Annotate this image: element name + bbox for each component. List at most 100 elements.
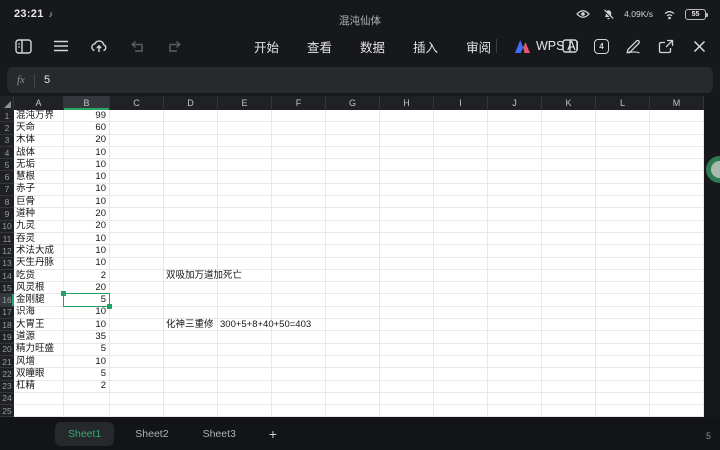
cell-K5[interactable] bbox=[542, 159, 596, 172]
col-header-B[interactable]: B bbox=[64, 96, 110, 110]
cell-J11[interactable] bbox=[488, 232, 542, 246]
cell-B11[interactable]: 10 bbox=[64, 233, 110, 246]
cell-C14[interactable] bbox=[110, 269, 164, 283]
cell-D8[interactable] bbox=[164, 196, 218, 209]
cell-B17[interactable]: 10 bbox=[64, 306, 110, 320]
cell-M9[interactable] bbox=[650, 208, 704, 221]
row-header-11[interactable]: 11 bbox=[0, 232, 14, 246]
split-view-icon[interactable] bbox=[561, 37, 579, 55]
cell-L8[interactable] bbox=[596, 196, 650, 209]
cell-A8[interactable]: 巨骨 bbox=[14, 196, 64, 209]
cell-L7[interactable] bbox=[596, 183, 650, 197]
cell-A5[interactable]: 无垢 bbox=[14, 159, 64, 172]
cell-M22[interactable] bbox=[650, 368, 704, 381]
redo-icon[interactable] bbox=[166, 37, 184, 55]
cell-C18[interactable] bbox=[110, 319, 164, 332]
cell-L3[interactable] bbox=[596, 134, 650, 147]
cell-C9[interactable] bbox=[110, 208, 164, 221]
cloud-upload-icon[interactable] bbox=[90, 37, 108, 55]
cell-F25[interactable] bbox=[272, 405, 326, 418]
cell-E8[interactable] bbox=[218, 196, 272, 209]
cell-G1[interactable] bbox=[326, 110, 380, 123]
cell-C6[interactable] bbox=[110, 171, 164, 184]
cell-E16[interactable] bbox=[218, 294, 272, 307]
cell-M1[interactable] bbox=[650, 110, 704, 123]
cell-L15[interactable] bbox=[596, 282, 650, 295]
cell-H18[interactable] bbox=[380, 319, 434, 332]
cell-E9[interactable] bbox=[218, 208, 272, 221]
cell-E5[interactable] bbox=[218, 159, 272, 172]
cell-M23[interactable] bbox=[650, 380, 704, 393]
cell-I7[interactable] bbox=[434, 183, 488, 197]
cell-M8[interactable] bbox=[650, 196, 704, 209]
cell-B18[interactable]: 10 bbox=[64, 319, 110, 332]
cell-C16[interactable] bbox=[110, 294, 164, 307]
cell-I25[interactable] bbox=[434, 405, 488, 418]
row-header-15[interactable]: 15 bbox=[0, 282, 14, 295]
cell-I14[interactable] bbox=[434, 269, 488, 283]
cell-I3[interactable] bbox=[434, 134, 488, 147]
cell-J7[interactable] bbox=[488, 183, 542, 197]
cell-J1[interactable] bbox=[488, 110, 542, 123]
cell-L19[interactable] bbox=[596, 331, 650, 344]
cell-L13[interactable] bbox=[596, 257, 650, 270]
cell-A2[interactable]: 天命 bbox=[14, 122, 64, 135]
cell-L20[interactable] bbox=[596, 343, 650, 356]
cell-G24[interactable] bbox=[326, 392, 380, 406]
cell-J21[interactable] bbox=[488, 355, 542, 369]
row-header-18[interactable]: 18 bbox=[0, 319, 14, 332]
cell-H22[interactable] bbox=[380, 368, 434, 381]
cell-K20[interactable] bbox=[542, 343, 596, 356]
cell-D20[interactable] bbox=[164, 343, 218, 356]
cell-F6[interactable] bbox=[272, 171, 326, 184]
cell-B21[interactable]: 10 bbox=[64, 356, 110, 369]
cell-H13[interactable] bbox=[380, 257, 434, 270]
cell-F5[interactable] bbox=[272, 159, 326, 172]
cell-D23[interactable] bbox=[164, 380, 218, 393]
cell-H11[interactable] bbox=[380, 232, 434, 246]
cell-H14[interactable] bbox=[380, 269, 434, 283]
row-header-21[interactable]: 21 bbox=[0, 355, 14, 369]
cell-H1[interactable] bbox=[380, 110, 434, 123]
cell-D1[interactable] bbox=[164, 110, 218, 123]
cell-M20[interactable] bbox=[650, 343, 704, 356]
cell-J5[interactable] bbox=[488, 159, 542, 172]
cell-M14[interactable] bbox=[650, 269, 704, 283]
row-header-24[interactable]: 24 bbox=[0, 392, 14, 406]
cell-G14[interactable] bbox=[326, 269, 380, 283]
col-header-L[interactable]: L bbox=[596, 96, 650, 110]
cell-E17[interactable] bbox=[218, 306, 272, 320]
cell-K3[interactable] bbox=[542, 134, 596, 147]
cell-B15[interactable]: 20 bbox=[64, 282, 110, 295]
cell-E2[interactable] bbox=[218, 122, 272, 135]
cell-I4[interactable] bbox=[434, 146, 488, 160]
cell-I10[interactable] bbox=[434, 220, 488, 233]
cell-E13[interactable] bbox=[218, 257, 272, 270]
cell-H2[interactable] bbox=[380, 122, 434, 135]
cell-D3[interactable] bbox=[164, 134, 218, 147]
formula-bar[interactable]: fx 5 bbox=[7, 67, 713, 93]
menu-tab-2[interactable]: 数据 bbox=[346, 37, 399, 56]
cell-F2[interactable] bbox=[272, 122, 326, 135]
cell-L4[interactable] bbox=[596, 146, 650, 160]
cell-F11[interactable] bbox=[272, 232, 326, 246]
cell-J22[interactable] bbox=[488, 368, 542, 381]
cell-D12[interactable] bbox=[164, 245, 218, 258]
cell-E4[interactable] bbox=[218, 146, 272, 160]
cell-H3[interactable] bbox=[380, 134, 434, 147]
cell-J17[interactable] bbox=[488, 306, 542, 320]
col-header-E[interactable]: E bbox=[218, 96, 272, 110]
cell-M11[interactable] bbox=[650, 232, 704, 246]
cell-G20[interactable] bbox=[326, 343, 380, 356]
cell-F14[interactable] bbox=[272, 269, 326, 283]
cell-K18[interactable] bbox=[542, 319, 596, 332]
cell-C20[interactable] bbox=[110, 343, 164, 356]
selection-handle-bottom-right[interactable] bbox=[107, 303, 112, 309]
cell-F7[interactable] bbox=[272, 183, 326, 197]
cell-K4[interactable] bbox=[542, 146, 596, 160]
cell-I23[interactable] bbox=[434, 380, 488, 393]
cell-L17[interactable] bbox=[596, 306, 650, 320]
cell-E22[interactable] bbox=[218, 368, 272, 381]
col-header-A[interactable]: A bbox=[14, 96, 64, 110]
menu-tab-1[interactable]: 查看 bbox=[293, 37, 346, 56]
